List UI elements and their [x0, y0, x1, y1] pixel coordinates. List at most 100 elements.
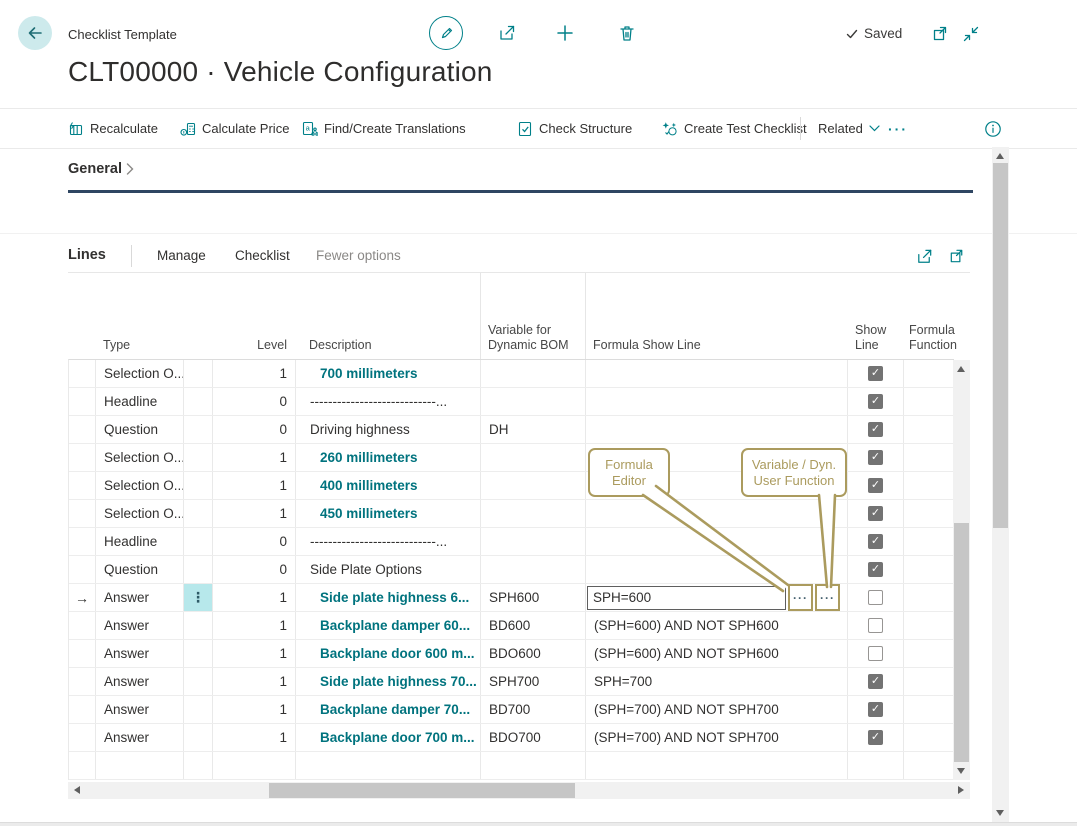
variable-cell[interactable]: BDO600 [481, 640, 586, 667]
formula-cell[interactable] [586, 416, 848, 443]
variable-cell[interactable]: DH [481, 416, 586, 443]
row-options-cell[interactable]: ⋮ [184, 584, 213, 611]
variable-cell[interactable] [481, 500, 586, 527]
type-cell[interactable]: Answer [96, 724, 184, 751]
row-options-cell[interactable] [184, 668, 213, 695]
show-line-checkbox[interactable]: ✓ [868, 506, 883, 521]
variable-cell[interactable]: BD700 [481, 696, 586, 723]
row-select-cell[interactable] [69, 668, 96, 695]
table-row[interactable]: Question0Side Plate Options✓ [69, 556, 954, 584]
table-row[interactable]: Answer1Backplane damper 60...BD600(SPH=6… [69, 612, 954, 640]
variable-dyn-assist-button[interactable]: ··· [815, 584, 840, 611]
scroll-down-arrow[interactable] [996, 810, 1004, 816]
variable-cell[interactable] [481, 360, 586, 387]
type-cell[interactable]: Answer [96, 696, 184, 723]
show-line-checkbox[interactable]: ✓ [868, 562, 883, 577]
description-cell[interactable]: Side plate highness 70... [296, 668, 481, 695]
row-options-cell[interactable] [184, 388, 213, 415]
row-select-cell[interactable] [69, 416, 96, 443]
formula-function-cell[interactable] [904, 752, 954, 779]
table-vertical-scrollbar[interactable] [953, 360, 970, 780]
level-cell[interactable]: 1 [213, 360, 296, 387]
formula-function-cell[interactable] [904, 696, 954, 723]
show-line-checkbox[interactable]: ✓ [868, 702, 883, 717]
formula-cell[interactable]: (SPH=700) AND NOT SPH700 [586, 724, 848, 751]
level-cell[interactable]: 0 [213, 528, 296, 555]
description-cell[interactable]: 700 millimeters [296, 360, 481, 387]
table-row[interactable]: Answer1Backplane damper 70...BD700(SPH=7… [69, 696, 954, 724]
column-header-formula-show-line[interactable]: Formula Show Line [593, 338, 701, 353]
row-menu-dots-icon[interactable]: ⋮ [191, 589, 205, 606]
lines-menu-manage[interactable]: Manage [157, 248, 206, 263]
variable-cell[interactable] [481, 444, 586, 471]
description-cell[interactable]: Backplane door 700 m... [296, 724, 481, 751]
row-select-cell[interactable] [69, 724, 96, 751]
show-line-checkbox[interactable]: ✓ [868, 534, 883, 549]
scroll-up-arrow[interactable] [957, 366, 965, 372]
variable-cell[interactable] [481, 472, 586, 499]
level-cell[interactable]: 1 [213, 472, 296, 499]
row-options-cell[interactable] [184, 724, 213, 751]
type-cell[interactable]: Answer [96, 640, 184, 667]
column-header-formula-function[interactable]: Formula Function [909, 323, 955, 353]
level-cell[interactable]: 1 [213, 696, 296, 723]
table-row[interactable]: Question0Driving highnessDH✓ [69, 416, 954, 444]
description-cell[interactable] [296, 752, 481, 779]
formula-editor-assist-button[interactable]: ··· [788, 584, 813, 611]
formula-function-cell[interactable] [904, 584, 954, 611]
row-options-cell[interactable] [184, 696, 213, 723]
show-line-checkbox[interactable] [868, 618, 883, 633]
table-row[interactable]: Answer1Backplane door 700 m...BDO700(SPH… [69, 724, 954, 752]
show-line-cell[interactable]: ✓ [848, 500, 904, 527]
level-cell[interactable]: 1 [213, 500, 296, 527]
show-line-checkbox[interactable]: ✓ [868, 730, 883, 745]
more-actions-button[interactable]: ··· [888, 109, 908, 148]
row-options-cell[interactable] [184, 640, 213, 667]
type-cell[interactable]: Selection O... [96, 360, 184, 387]
show-line-cell[interactable]: ✓ [848, 360, 904, 387]
row-select-cell[interactable] [69, 640, 96, 667]
row-select-cell[interactable] [69, 528, 96, 555]
delete-button[interactable] [617, 23, 637, 43]
formula-cell[interactable]: (SPH=600) AND NOT SPH600 [586, 640, 848, 667]
type-cell[interactable]: Headline [96, 528, 184, 555]
show-line-checkbox[interactable]: ✓ [868, 674, 883, 689]
variable-cell[interactable] [481, 556, 586, 583]
recalculate-button[interactable]: Recalculate [68, 109, 158, 148]
row-select-cell[interactable] [69, 752, 96, 779]
share-button[interactable] [497, 23, 517, 43]
level-cell[interactable]: 0 [213, 416, 296, 443]
row-select-cell[interactable] [69, 696, 96, 723]
scroll-right-arrow[interactable] [958, 786, 964, 794]
description-cell[interactable]: Side plate highness 6... [296, 584, 481, 611]
formula-function-cell[interactable] [904, 360, 954, 387]
row-select-cell[interactable] [69, 360, 96, 387]
collapse-button[interactable] [961, 24, 981, 44]
show-line-cell[interactable] [848, 584, 904, 611]
level-cell[interactable] [213, 752, 296, 779]
type-cell[interactable]: Selection O... [96, 444, 184, 471]
description-cell[interactable]: Backplane damper 70... [296, 696, 481, 723]
description-cell[interactable]: 450 millimeters [296, 500, 481, 527]
row-options-cell[interactable] [184, 416, 213, 443]
variable-cell[interactable] [481, 752, 586, 779]
formula-function-cell[interactable] [904, 528, 954, 555]
lines-menu-checklist[interactable]: Checklist [235, 248, 290, 263]
type-cell[interactable]: Headline [96, 388, 184, 415]
row-select-cell[interactable] [69, 388, 96, 415]
info-button[interactable] [984, 109, 1002, 148]
description-cell[interactable]: 400 millimeters [296, 472, 481, 499]
show-line-checkbox[interactable]: ✓ [868, 366, 883, 381]
type-cell[interactable]: Answer [96, 584, 184, 611]
level-cell[interactable]: 1 [213, 612, 296, 639]
row-options-cell[interactable] [184, 528, 213, 555]
column-header-variable[interactable]: Variable for Dynamic BOM [488, 323, 580, 353]
row-select-cell[interactable] [69, 444, 96, 471]
row-options-cell[interactable] [184, 360, 213, 387]
lines-menu-fewer-options[interactable]: Fewer options [316, 248, 401, 263]
formula-function-cell[interactable] [904, 640, 954, 667]
row-options-cell[interactable] [184, 500, 213, 527]
column-header-level[interactable]: Level [212, 338, 287, 353]
formula-function-cell[interactable] [904, 416, 954, 443]
table-row[interactable]: →Answer⋮1Side plate highness 6...SPH600·… [69, 584, 954, 612]
